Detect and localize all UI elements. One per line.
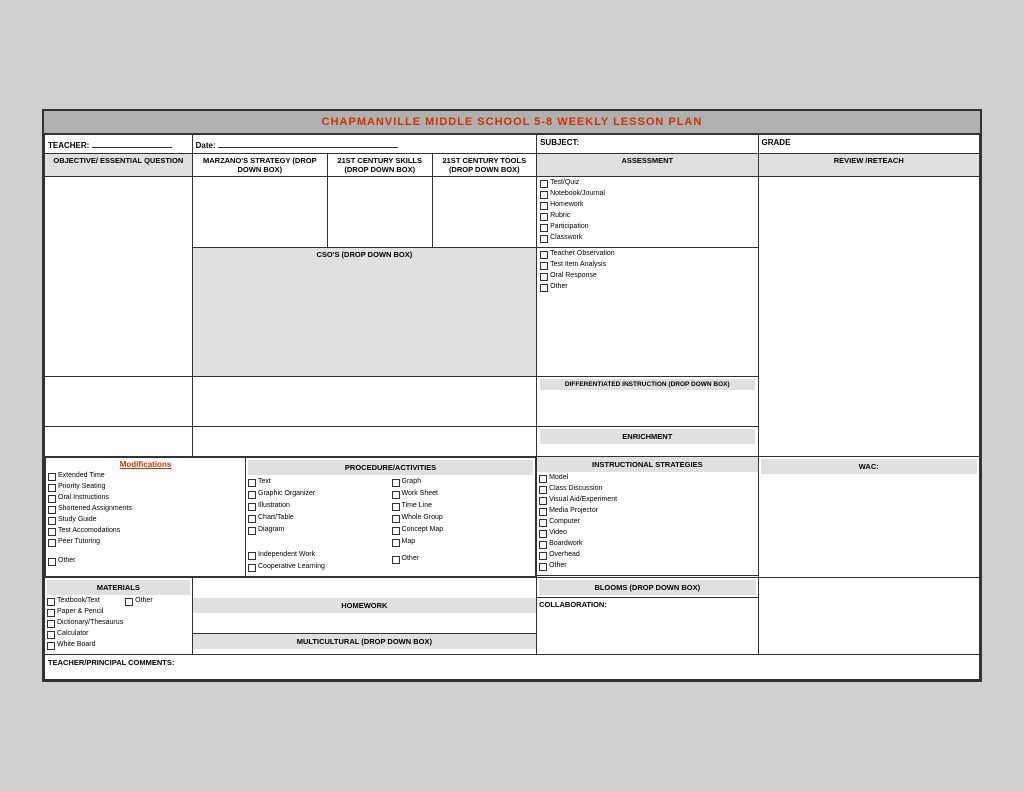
century21-tools-header: 21ST CENTURY TOOLS (DROP DOWN BOX): [432, 154, 537, 177]
objective-cell-3: [45, 427, 193, 457]
review-instructional-cell: WAC:: [758, 457, 979, 578]
diff-instruction-cell: DIFFERENTIATED INSTRUCTION (DROP DOWN BO…: [537, 377, 758, 427]
objective-header: OBJECTIVE/ ESSENTIAL QUESTION: [45, 154, 193, 177]
blooms-header: BLOOMS (DROP DOWN BOX): [539, 580, 755, 595]
materials-col1: Textbook/Text Paper & Pencil Dictionary/…: [47, 597, 123, 652]
comments-row: TEACHER/PRINCIPAL COMMENTS:: [45, 655, 980, 680]
procedure-area: Modifications Extended Time Priority Sea…: [45, 457, 537, 578]
century21-skills-cell: [327, 177, 432, 248]
grade-label: GRADE: [758, 135, 979, 154]
wac-header: WAC:: [761, 459, 977, 474]
collaboration-label: COLLABORATION:: [539, 600, 755, 609]
enrichment-header: ENRICHMENT: [540, 429, 754, 444]
assessment-header: ASSESSMENT: [537, 154, 758, 177]
review-cell: [758, 177, 979, 457]
materials-header: MATERIALS: [47, 580, 190, 595]
csos-content-cell-2: [192, 427, 536, 457]
assessment-cell-1: Test/Quiz Notebook/Journal Homework Rubr…: [537, 177, 758, 248]
objective-cell-2: [45, 377, 193, 427]
csos-header: CSO'S (DROP DOWN BOX): [192, 248, 536, 377]
procedure-col1: Text Graphic Organizer Illustration Char…: [248, 478, 390, 574]
century21-tools-cell: [432, 177, 537, 248]
enrichment-cell: ENRICHMENT: [537, 427, 758, 457]
procedure-header: PROCEDURE/ACTIVITIES: [248, 460, 533, 475]
materials-col2: Other: [125, 597, 189, 652]
homework-header: HOMEWORK: [193, 598, 536, 613]
procedure-cell: PROCEDURE/ACTIVITIES Text Graphic Organi…: [246, 458, 536, 577]
diff-instruction-header: DIFFERENTIATED INSTRUCTION (DROP DOWN BO…: [540, 379, 754, 390]
lesson-plan-page: CHAPMANVILLE MIDDLE SCHOOL 5-8 WEEKLY LE…: [42, 109, 982, 682]
marzano-cell: [192, 177, 327, 248]
subject-label: SUBJECT:: [537, 135, 758, 154]
assessment-cell-2: Teacher Observation Test Item Analysis O…: [537, 248, 758, 377]
blooms-instructional-cell: INSTRUCTIONAL STRATEGIES Model Class Dis…: [537, 457, 758, 578]
teacher-label: TEACHER:: [45, 135, 193, 154]
homework-multicultural-cell: HOMEWORK MULTICULTURAL (DROP DOWN BOX): [192, 578, 536, 655]
instructional-strategies-header: INSTRUCTIONAL STRATEGIES: [537, 457, 757, 472]
modifications-cell: Modifications Extended Time Priority Sea…: [46, 458, 246, 577]
objective-cell: [45, 177, 193, 377]
review-header: REVIEW /RETEACH: [758, 154, 979, 177]
wac-content-cell: [758, 578, 979, 655]
multicultural-header: MULTICULTURAL (DROP DOWN BOX): [193, 634, 536, 649]
date-label: Date:: [192, 135, 536, 154]
procedure-col2: Graph Work Sheet Time Line Whole Group C…: [392, 478, 534, 574]
marzano-header: MARZANO'S STRATEGY (DROP DOWN BOX): [192, 154, 327, 177]
century21-skills-header: 21ST CENTURY SKILLS (DROP DOWN BOX): [327, 154, 432, 177]
csos-content-cell: [192, 377, 536, 427]
comments-label: TEACHER/PRINCIPAL COMMENTS:: [48, 658, 174, 667]
modifications-label: Modifications: [48, 460, 243, 469]
materials-cell: MATERIALS Textbook/Text Paper & Pencil D…: [45, 578, 193, 655]
instructional-strategies-list: Model Class Discussion Visual Aid/Experi…: [537, 472, 757, 575]
blooms-cell: BLOOMS (DROP DOWN BOX) COLLABORATION:: [537, 578, 758, 655]
page-title: CHAPMANVILLE MIDDLE SCHOOL 5-8 WEEKLY LE…: [44, 111, 980, 134]
